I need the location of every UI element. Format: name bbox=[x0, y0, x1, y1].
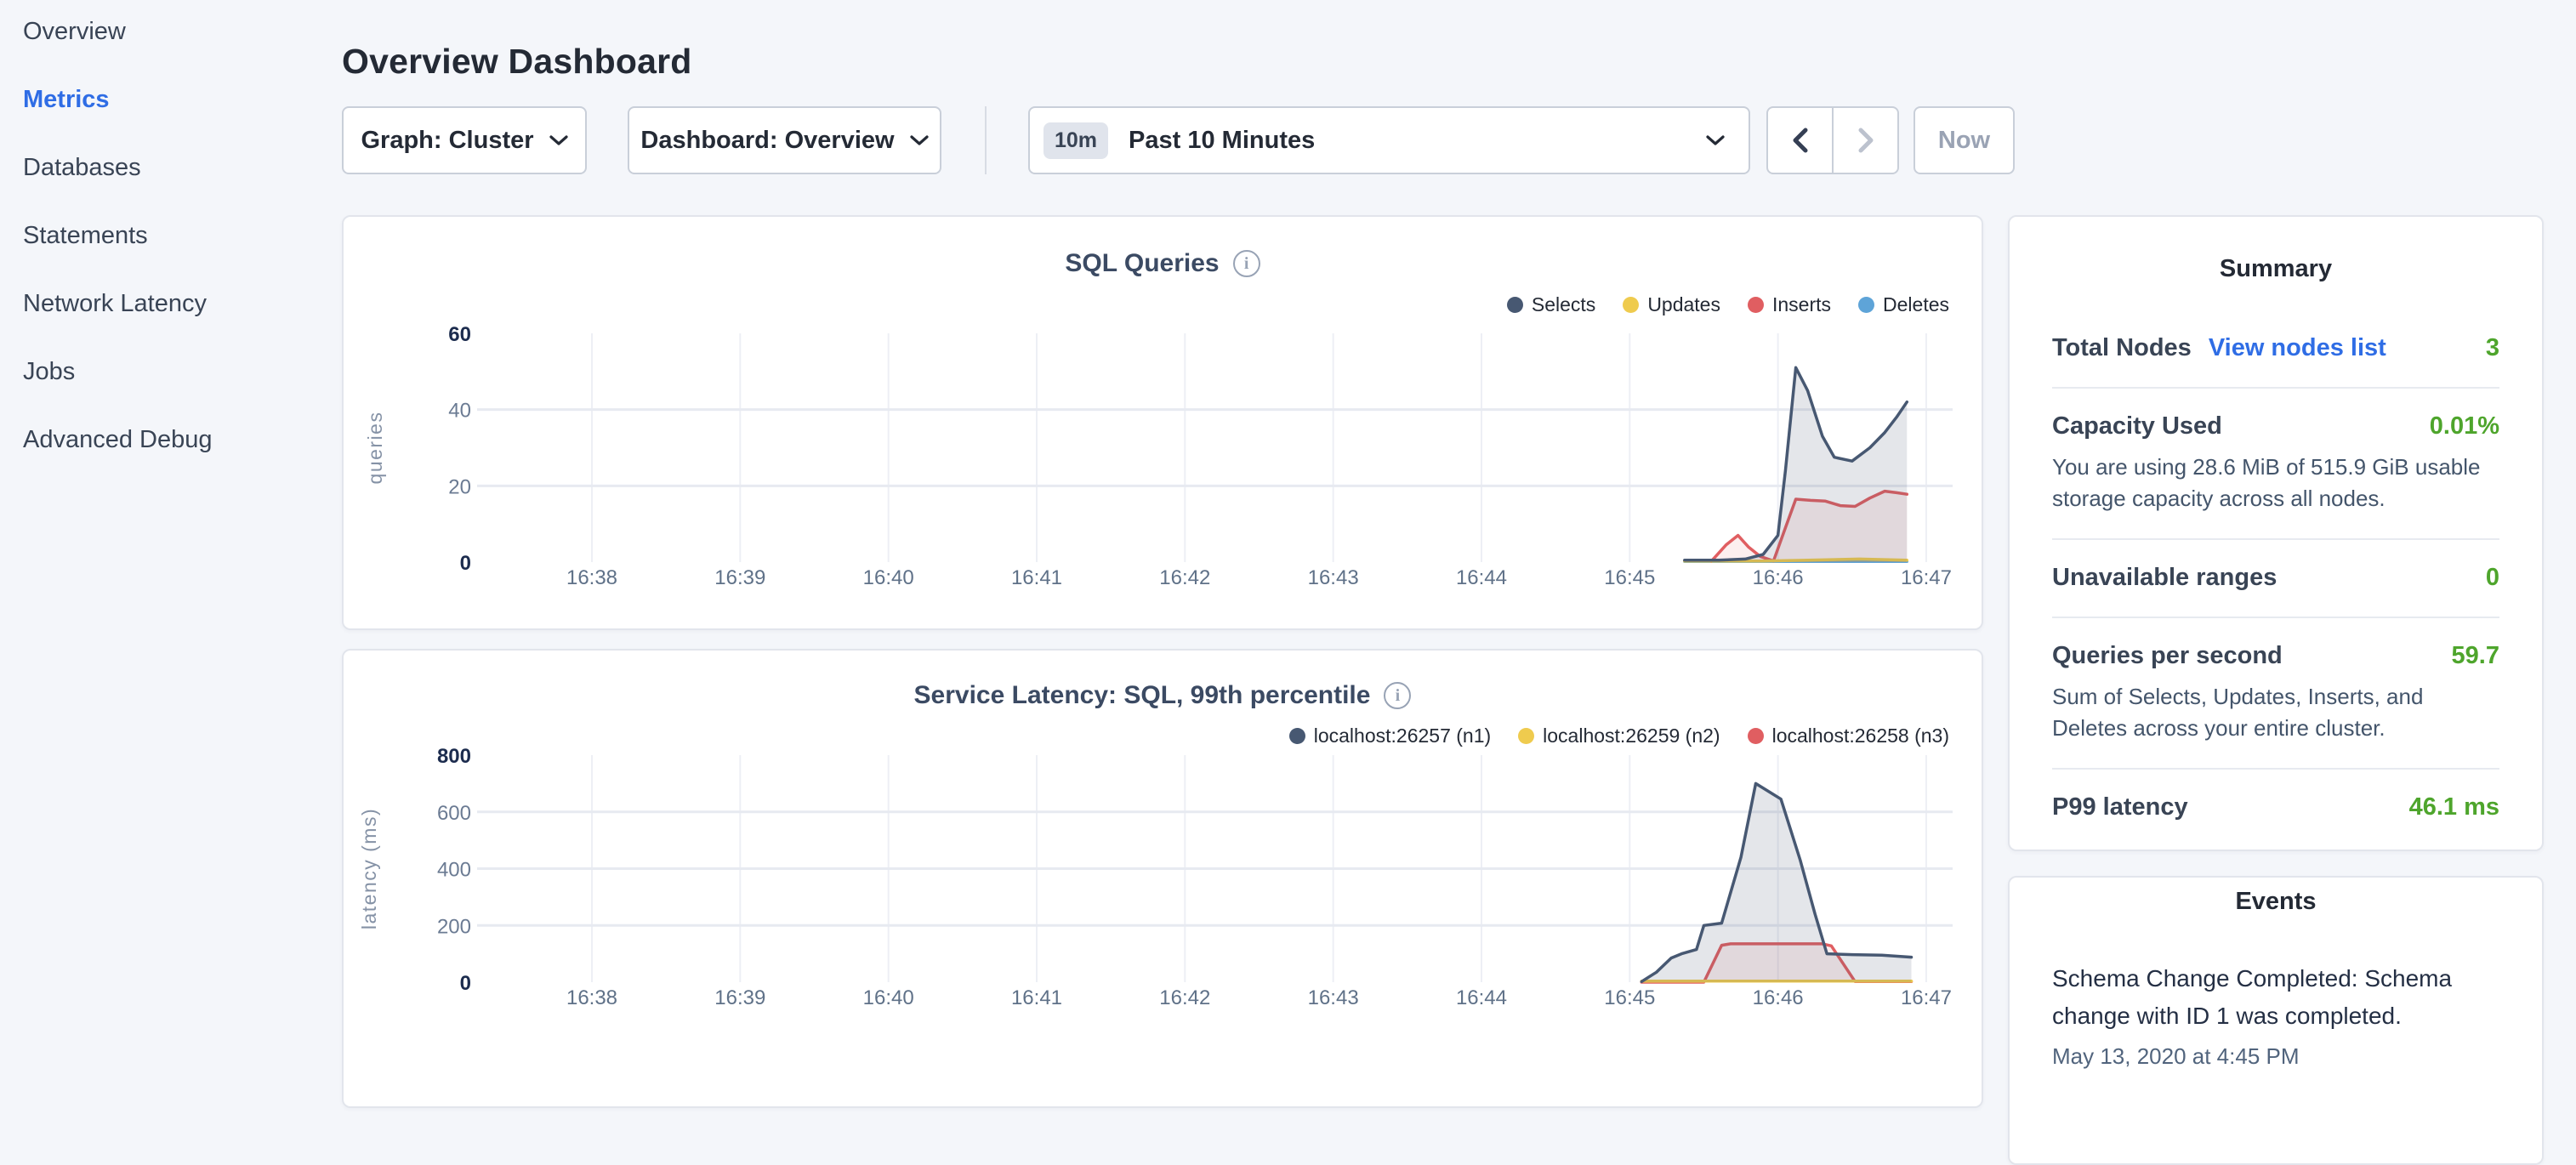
sidebar-item-statements[interactable]: Statements bbox=[23, 221, 148, 250]
dashboard-dropdown-label: Dashboard: Overview bbox=[640, 127, 894, 155]
summary-row-description: You are using 28.6 MiB of 515.9 GiB usab… bbox=[2052, 452, 2499, 514]
svg-text:16:40: 16:40 bbox=[863, 986, 914, 1009]
service-latency-chart-panel: Service Latency: SQL, 99th percentile i … bbox=[342, 649, 1983, 1108]
svg-text:400: 400 bbox=[437, 859, 471, 882]
time-range-dropdown[interactable]: 10m Past 10 Minutes bbox=[1028, 106, 1750, 174]
view-nodes-list-link[interactable]: View nodes list bbox=[2209, 334, 2386, 362]
time-range-badge: 10m bbox=[1043, 122, 1108, 159]
divider bbox=[2052, 768, 2499, 770]
sidebar-item-metrics[interactable]: Metrics bbox=[23, 85, 110, 114]
controls-divider bbox=[985, 106, 987, 174]
svg-text:16:41: 16:41 bbox=[1011, 986, 1062, 1009]
summary-row-label: Unavailable ranges bbox=[2052, 564, 2277, 592]
svg-text:16:41: 16:41 bbox=[1011, 566, 1062, 589]
summary-row-label: Queries per second bbox=[2052, 642, 2283, 670]
sidebar: Overview Metrics Databases Statements Networ… bbox=[0, 0, 340, 1051]
sql-queries-chart[interactable]: 16:38 16:39 16:40 16:41 16:42 16:43 16:44 16:45… bbox=[344, 217, 1982, 628]
svg-text:16:38: 16:38 bbox=[566, 566, 617, 589]
svg-text:16:43: 16:43 bbox=[1308, 986, 1359, 1009]
svg-text:16:45: 16:45 bbox=[1604, 566, 1655, 589]
divider bbox=[2052, 387, 2499, 389]
svg-text:16:42: 16:42 bbox=[1159, 986, 1210, 1009]
svg-text:16:39: 16:39 bbox=[714, 986, 765, 1009]
divider bbox=[2052, 617, 2499, 618]
event-item: Schema Change Completed: Schema change w… bbox=[2052, 960, 2499, 1070]
sidebar-item-databases[interactable]: Databases bbox=[23, 153, 141, 182]
summary-row: Capacity Used 0.01% You are using 28.6 MiB… bbox=[2052, 412, 2499, 514]
svg-text:16:46: 16:46 bbox=[1753, 566, 1804, 589]
graph-scope-dropdown[interactable]: Graph: Cluster bbox=[342, 106, 587, 174]
summary-row-label: Total Nodes bbox=[2052, 334, 2192, 362]
event-text: Schema Change Completed: Schema change w… bbox=[2052, 960, 2499, 1035]
sidebar-item-jobs[interactable]: Jobs bbox=[23, 357, 75, 386]
svg-text:16:46: 16:46 bbox=[1753, 986, 1804, 1009]
sidebar-item-advanced-debug[interactable]: Advanced Debug bbox=[23, 425, 213, 454]
chevron-down-icon bbox=[910, 134, 929, 146]
summary-row-value: 59.7 bbox=[2452, 642, 2499, 670]
page-title: Overview Dashboard bbox=[342, 42, 691, 82]
svg-text:0: 0 bbox=[460, 552, 471, 575]
summary-row-value: 0 bbox=[2486, 564, 2499, 592]
sql-queries-chart-panel: SQL Queries i SelectsUpdatesInsertsDelet… bbox=[342, 215, 1983, 630]
svg-text:16:44: 16:44 bbox=[1456, 986, 1507, 1009]
svg-text:16:43: 16:43 bbox=[1308, 566, 1359, 589]
svg-text:600: 600 bbox=[437, 802, 471, 825]
svg-text:16:47: 16:47 bbox=[1901, 566, 1952, 589]
svg-text:800: 800 bbox=[437, 745, 471, 768]
svg-text:200: 200 bbox=[437, 915, 471, 938]
summary-row-value: 3 bbox=[2486, 334, 2499, 362]
summary-row: P99 latency 46.1 ms bbox=[2052, 793, 2499, 822]
events-panel: Events Schema Change Completed: Schema c… bbox=[2008, 876, 2544, 1165]
svg-text:16:45: 16:45 bbox=[1604, 986, 1655, 1009]
chevron-left-icon bbox=[1792, 128, 1809, 153]
summary-row: Total Nodes View nodes list 3 bbox=[2052, 334, 2499, 363]
events-title: Events bbox=[2010, 878, 2542, 916]
sidebar-item-overview[interactable]: Overview bbox=[23, 17, 126, 46]
divider bbox=[2052, 538, 2499, 540]
time-step-forward-button[interactable] bbox=[1832, 108, 1897, 173]
summary-row: Queries per second 59.7 Sum of Selects, Up… bbox=[2052, 642, 2499, 744]
svg-text:40: 40 bbox=[448, 400, 471, 423]
summary-row-description: Sum of Selects, Updates, Inserts, and De… bbox=[2052, 681, 2499, 744]
chevron-right-icon bbox=[1857, 128, 1874, 153]
summary-row-label: Capacity Used bbox=[2052, 412, 2222, 440]
sidebar-item-network-latency[interactable]: Network Latency bbox=[23, 289, 207, 318]
svg-text:16:47: 16:47 bbox=[1901, 986, 1952, 1009]
dashboard-dropdown[interactable]: Dashboard: Overview bbox=[628, 106, 941, 174]
svg-text:16:40: 16:40 bbox=[863, 566, 914, 589]
svg-text:20: 20 bbox=[448, 475, 471, 498]
time-range-label: Past 10 Minutes bbox=[1129, 127, 1315, 155]
summary-row-value: 46.1 ms bbox=[2409, 793, 2499, 821]
svg-text:0: 0 bbox=[460, 972, 471, 995]
graph-scope-label: Graph: Cluster bbox=[361, 127, 533, 155]
chevron-down-icon bbox=[1706, 134, 1725, 146]
svg-text:60: 60 bbox=[448, 323, 471, 346]
summary-panel: Summary Total Nodes View nodes list 3 Capac… bbox=[2008, 215, 2544, 851]
service-latency-chart[interactable]: 16:38 16:39 16:40 16:41 16:42 16:43 16:44 16:45… bbox=[344, 651, 1982, 1106]
summary-title: Summary bbox=[2010, 217, 2542, 283]
summary-row: Unavailable ranges 0 bbox=[2052, 564, 2499, 593]
summary-row-label: P99 latency bbox=[2052, 793, 2188, 821]
svg-text:16:38: 16:38 bbox=[566, 986, 617, 1009]
event-timestamp: May 13, 2020 at 4:45 PM bbox=[2052, 1043, 2499, 1070]
time-step-buttons bbox=[1766, 106, 1899, 174]
time-step-back-button[interactable] bbox=[1768, 108, 1832, 173]
svg-text:16:44: 16:44 bbox=[1456, 566, 1507, 589]
chevron-down-icon bbox=[549, 134, 568, 146]
summary-row-value: 0.01% bbox=[2430, 412, 2499, 440]
svg-text:16:39: 16:39 bbox=[714, 566, 765, 589]
svg-text:latency (ms): latency (ms) bbox=[358, 808, 380, 929]
svg-text:queries: queries bbox=[364, 412, 386, 485]
svg-text:16:42: 16:42 bbox=[1159, 566, 1210, 589]
now-button[interactable]: Now bbox=[1914, 106, 2015, 174]
